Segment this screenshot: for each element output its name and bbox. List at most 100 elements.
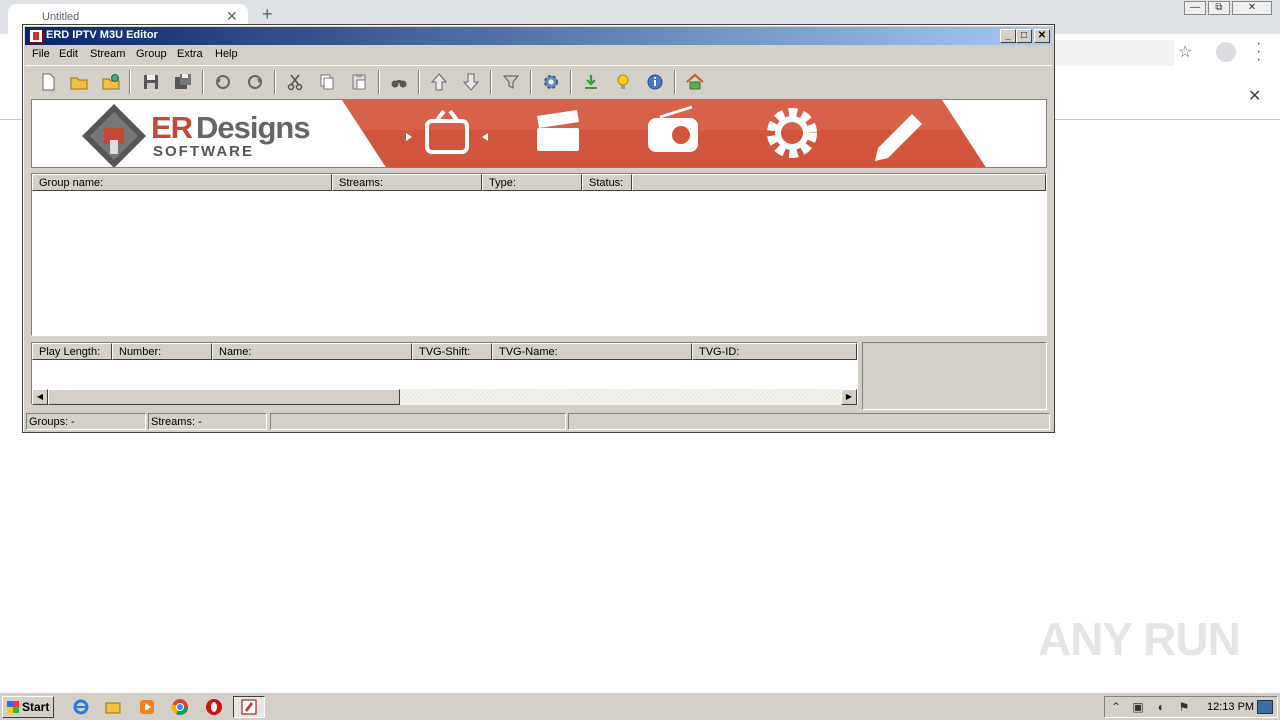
save-icon[interactable] [140,71,162,93]
copy-icon[interactable] [316,71,338,93]
column-group-name[interactable]: Group name: [32,174,332,191]
find-icon[interactable] [388,71,410,93]
clock[interactable]: 12:13 PM [1207,701,1254,713]
horizontal-scrollbar[interactable]: ◀ ▶ [32,389,857,405]
browser-tab-title: Untitled [42,11,80,23]
browser-minimize-button[interactable]: — [1184,1,1206,15]
bookmark-star-icon[interactable]: ☆ [1178,42,1192,62]
paste-icon[interactable] [348,71,370,93]
toolbar-separator [490,70,492,94]
move-up-icon[interactable] [428,71,450,93]
window-title: ERD IPTV M3U Editor [46,29,158,41]
toolbar [25,65,1052,95]
toolbar-separator [202,70,204,94]
internet-explorer-icon[interactable] [72,698,90,716]
download-icon[interactable] [580,71,602,93]
logo-mark-icon [82,104,146,167]
toolbar-separator [570,70,572,94]
windows-logo-icon [7,701,19,713]
m3u-editor-icon [241,699,257,715]
logo-text-er: ER [151,110,193,145]
new-file-icon[interactable] [37,71,59,93]
toolbar-separator [378,70,380,94]
column-play-length[interactable]: Play Length: [32,343,112,360]
infobar-close-icon[interactable]: ✕ [1248,86,1261,106]
media-player-icon[interactable] [138,698,156,716]
menu-edit[interactable]: Edit [59,48,78,60]
group-list[interactable]: Group name: Streams: Type: Status: [31,173,1047,336]
open-url-icon[interactable] [100,71,122,93]
scroll-left-button[interactable]: ◀ [32,389,48,405]
browser-menu-icon[interactable]: · · · [1256,36,1261,68]
chrome-icon[interactable] [171,698,189,716]
start-button[interactable]: Start [2,696,54,718]
menu-file[interactable]: File [32,48,50,60]
scroll-thumb[interactable] [48,389,400,405]
column-streams[interactable]: Streams: [332,174,482,191]
app-window: ERD IPTV M3U Editor _ □ ✕ File Edit Stre… [22,24,1055,433]
column-status[interactable]: Status: [582,174,632,191]
column-tvg-name[interactable]: TVG-Name: [492,343,692,360]
watermark: ANY RUN [1038,613,1241,665]
close-button[interactable]: ✕ [1034,29,1050,43]
status-streams: Streams: - [148,413,267,430]
menubar: File Edit Stream Group Extra Help [25,46,1052,64]
browser-restore-button[interactable]: ⧉ [1208,1,1230,15]
browser-close-button[interactable]: ✕ [1232,1,1272,15]
status-groups: Groups: - [26,413,146,430]
new-tab-icon[interactable]: + [262,4,273,25]
app-icon [29,29,43,43]
statusbar: Groups: - Streams: - [25,413,1052,431]
home-icon[interactable] [684,71,706,93]
logo-subtext: SOFTWARE [153,143,254,160]
move-down-icon[interactable] [460,71,482,93]
status-message [568,413,1050,430]
column-type[interactable]: Type: [482,174,582,191]
toolbar-separator [674,70,676,94]
status-progress [270,413,566,430]
banner: ER Designs SOFTWARE [31,99,1047,168]
column-filler [632,174,1046,191]
taskbar: Start ⌃ ▣ ◖ ⚑ 12:13 PM [0,692,1280,720]
column-tvg-id[interactable]: TVG-ID: [692,343,857,360]
menu-help[interactable]: Help [215,48,238,60]
action-center-flag-icon[interactable]: ⚑ [1177,700,1191,714]
volume-icon[interactable]: ◖ [1153,700,1167,714]
network-icon[interactable]: ▣ [1131,700,1145,714]
tray-expand-icon[interactable]: ⌃ [1109,700,1123,714]
save-as-icon[interactable] [172,71,194,93]
minimize-button[interactable]: _ [1000,29,1016,43]
column-name[interactable]: Name: [212,343,412,360]
logo-text-designs: Designs [196,110,311,145]
browser-tab-close-icon[interactable]: ✕ [226,8,238,25]
menu-stream[interactable]: Stream [90,48,125,60]
undo-icon[interactable] [212,71,234,93]
toolbar-separator [274,70,276,94]
toolbar-separator [129,70,131,94]
clapperboard-icon [537,110,579,151]
preview-pane [862,342,1047,410]
system-tray: ⌃ ▣ ◖ ⚑ 12:13 PM [1104,696,1278,718]
open-folder-icon[interactable] [68,71,90,93]
menu-group[interactable]: Group [136,48,167,60]
menu-extra[interactable]: Extra [177,48,203,60]
column-number[interactable]: Number: [112,343,212,360]
redo-icon[interactable] [244,71,266,93]
show-desktop-icon[interactable] [1257,700,1273,714]
cut-icon[interactable] [284,71,306,93]
titlebar[interactable]: ERD IPTV M3U Editor _ □ ✕ [25,27,1052,45]
toolbar-separator [418,70,420,94]
start-label: Start [22,700,50,714]
opera-icon[interactable] [205,698,223,716]
lightbulb-icon[interactable] [612,71,634,93]
maximize-button[interactable]: □ [1016,29,1032,43]
settings-gear-icon[interactable] [540,71,562,93]
filter-icon[interactable] [500,71,522,93]
taskbar-active-app[interactable] [233,696,265,718]
scroll-right-button[interactable]: ▶ [841,389,857,405]
browser-address-bar[interactable] [1054,40,1174,66]
info-icon[interactable] [644,71,666,93]
column-tvg-shift[interactable]: TVG-Shift: [412,343,492,360]
file-explorer-icon[interactable] [104,698,122,716]
profile-avatar[interactable] [1216,42,1236,62]
